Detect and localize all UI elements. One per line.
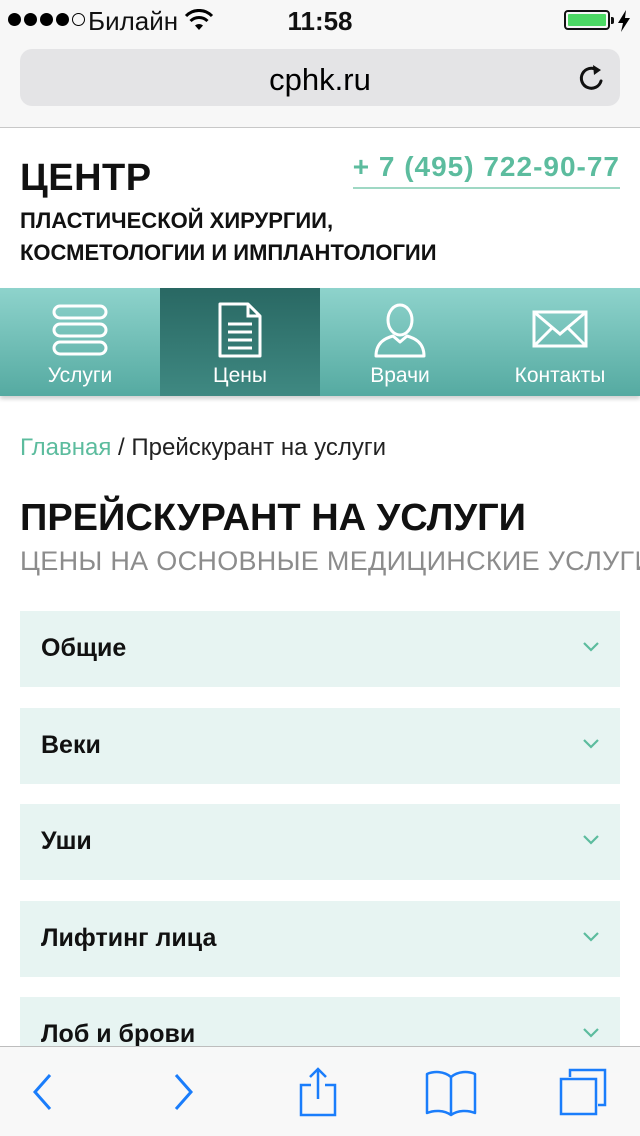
page-title: ПРЕЙСКУРАНТ НА УСЛУГИ <box>20 497 526 539</box>
page-subtitle: ЦЕНЫ НА ОСНОВНЫЕ МЕДИЦИНСКИЕ УСЛУГИ <box>20 546 640 576</box>
accordion-item[interactable]: Уши <box>20 804 620 880</box>
status-bar: Билайн 11:58 <box>0 0 640 40</box>
nav-item-services[interactable]: Услуги <box>0 288 160 396</box>
battery-icon <box>564 10 614 30</box>
chevron-down-icon <box>583 642 599 652</box>
nav-label: Услуги <box>47 364 113 387</box>
services-list-icon <box>52 304 108 356</box>
tabs-icon[interactable] <box>558 1067 608 1117</box>
accordion-item-label: Общие <box>41 634 127 662</box>
url-text[interactable]: cphk.ru <box>20 62 620 98</box>
site-subtitle-line: ПЛАСТИЧЕСКОЙ ХИРУРГИИ, <box>20 208 334 233</box>
main-nav: Услуги Цены Врачи Контакты <box>0 288 640 396</box>
forward-icon[interactable] <box>170 1067 196 1117</box>
chevron-down-icon <box>583 835 599 845</box>
nav-item-prices[interactable]: Цены <box>160 288 320 396</box>
browser-address-bar: cphk.ru <box>0 40 640 128</box>
accordion-item[interactable]: Общие <box>20 611 620 687</box>
nav-label: Цены <box>213 364 267 387</box>
accordion-item[interactable]: Веки <box>20 707 620 784</box>
accordion-item-label: Лифтинг лица <box>41 923 217 952</box>
browser-toolbar <box>0 1046 640 1136</box>
document-icon <box>218 302 262 358</box>
nav-label: Контакты <box>514 364 606 387</box>
site-subtitle-line: КОСМЕТОЛОГИИ И ИМПЛАНТОЛОГИИ <box>20 240 437 265</box>
accordion-item-label: Уши <box>41 827 92 855</box>
breadcrumb: Главная / Прейскурант на услуги <box>20 434 386 462</box>
site-logo-title[interactable]: ЦЕНТР <box>20 157 152 200</box>
person-icon <box>374 303 426 358</box>
nav-label: Врачи <box>370 364 430 387</box>
bookmarks-icon[interactable] <box>424 1067 478 1117</box>
breadcrumb-current: Прейскурант на услуги <box>131 434 386 461</box>
charging-bolt-icon <box>618 10 630 32</box>
reload-icon[interactable] <box>576 62 608 94</box>
nav-item-doctors[interactable]: Врачи <box>320 288 480 396</box>
chevron-down-icon <box>583 738 599 749</box>
breadcrumb-separator: / <box>118 434 125 461</box>
phone-link[interactable]: + 7 (495) 722-90-77 <box>352 151 620 189</box>
breadcrumb-home-link[interactable]: Главная <box>20 434 111 461</box>
site-header: ЦЕНТР ПЛАСТИЧЕСКОЙ ХИРУРГИИ, КОСМЕТОЛОГИ… <box>0 129 640 288</box>
chevron-down-icon <box>583 1028 599 1038</box>
url-field[interactable]: cphk.ru <box>20 49 620 106</box>
price-accordion: Общие Веки Уши Лифтинг лица Лоб и брови <box>20 611 620 1094</box>
accordion-item[interactable]: Лифтинг лица <box>20 900 620 977</box>
accordion-item-label: Лоб и брови <box>41 1020 196 1048</box>
nav-item-contacts[interactable]: Контакты <box>480 288 640 396</box>
chevron-down-icon <box>583 931 599 942</box>
envelope-icon <box>532 310 588 348</box>
back-icon[interactable] <box>30 1067 56 1117</box>
status-time: 11:58 <box>287 6 353 36</box>
share-icon[interactable] <box>298 1067 338 1117</box>
accordion-item-label: Веки <box>41 730 101 759</box>
site-logo-subtitle: ПЛАСТИЧЕСКОЙ ХИРУРГИИ, КОСМЕТОЛОГИИ И ИМ… <box>20 205 437 269</box>
